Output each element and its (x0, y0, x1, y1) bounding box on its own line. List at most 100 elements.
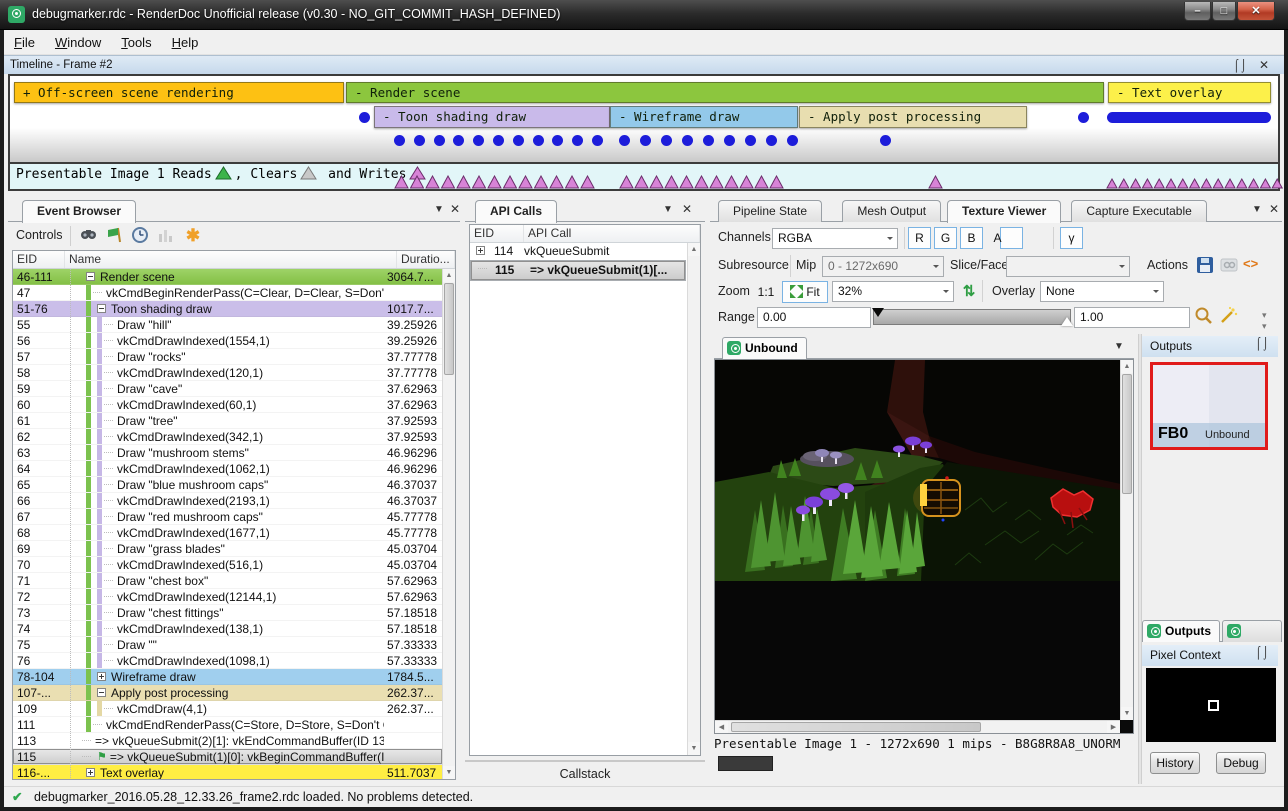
menu-tools[interactable]: Tools (111, 31, 161, 54)
event-row[interactable]: 78-104Wireframe draw1784.5... (13, 669, 442, 685)
draw-event-dot[interactable] (640, 135, 651, 146)
close-icon[interactable]: ✕ (1267, 202, 1281, 216)
tab-unbound-texture[interactable]: Unbound (722, 337, 807, 359)
tab-outputs[interactable]: Outputs (1142, 620, 1220, 642)
draw-event-dot[interactable] (661, 135, 672, 146)
expand-icon[interactable] (476, 246, 485, 255)
event-row[interactable]: 47vkCmdBeginRenderPass(C=Clear, D=Clear,… (13, 285, 442, 301)
column-header-eid[interactable]: EID (470, 225, 524, 242)
draw-event-dot[interactable] (1078, 112, 1089, 123)
chevron-down-icon[interactable]: ▼ (432, 204, 446, 215)
draw-event-dot[interactable] (359, 112, 370, 123)
event-row[interactable]: 51-76Toon shading draw1017.7... (13, 301, 442, 317)
tab-mesh-output[interactable]: Mesh Output (842, 200, 941, 222)
timeline-marker-bar[interactable]: - Text overlay (1108, 82, 1271, 103)
event-row[interactable]: 115⚑=> vkQueueSubmit(1)[0]: vkBeginComma… (13, 749, 442, 765)
channels-select[interactable]: RGBA (772, 228, 898, 249)
vertical-splitter[interactable] (1138, 334, 1142, 784)
draw-event-dot[interactable] (414, 135, 425, 146)
event-row[interactable]: 107-...Apply post processing262.37... (13, 685, 442, 701)
menu-window[interactable]: Window (45, 31, 111, 54)
tab-api-calls[interactable]: API Calls (475, 200, 557, 223)
timeline-marker-bar[interactable]: - Apply post processing (799, 106, 1027, 128)
save-icon[interactable] (1196, 256, 1214, 279)
mip-select[interactable]: 0 - 1272x690 (822, 256, 944, 277)
event-row[interactable]: 111vkCmdEndRenderPass(C=Store, D=Store, … (13, 717, 442, 733)
close-icon[interactable]: ✕ (448, 202, 462, 216)
draw-event-dot[interactable] (766, 135, 777, 146)
collapse-icon[interactable] (97, 304, 106, 313)
event-row[interactable]: 69Draw "grass blades"45.03704 (13, 541, 442, 557)
event-row[interactable]: 57Draw "rocks"37.77778 (13, 349, 442, 365)
menu-help[interactable]: Help (162, 31, 209, 54)
collapse-icon[interactable] (86, 272, 95, 281)
history-button[interactable]: History (1150, 752, 1200, 774)
draw-event-dot[interactable] (787, 135, 798, 146)
bookmark-flag-icon[interactable] (105, 226, 125, 246)
fb0-thumbnail[interactable]: FB0 Unbound (1150, 362, 1268, 450)
draw-event-dot[interactable] (533, 135, 544, 146)
event-row[interactable]: 60vkCmdDrawIndexed(60,1)37.62963 (13, 397, 442, 413)
channel-r-button[interactable]: R (908, 227, 931, 249)
draw-event-dot[interactable] (513, 135, 524, 146)
toolbar-overflow-icon[interactable]: ▾▾ (1262, 310, 1267, 332)
draw-event-dot[interactable] (493, 135, 504, 146)
slice-face-select[interactable] (1006, 256, 1130, 277)
event-row[interactable]: 109vkCmdDraw(4,1)262.37... (13, 701, 442, 717)
expand-icon[interactable] (97, 672, 106, 681)
pixel-context-view[interactable] (1146, 668, 1276, 742)
event-row[interactable]: 76vkCmdDrawIndexed(1098,1)57.33333 (13, 653, 442, 669)
event-row[interactable]: 73Draw "chest fittings"57.18518 (13, 605, 442, 621)
event-table-header[interactable]: EIDNameDuratio... (13, 251, 455, 269)
tab-pipeline-state[interactable]: Pipeline State (718, 200, 822, 222)
chevron-down-icon[interactable]: ▼ (1250, 204, 1264, 215)
draw-event-dot[interactable] (552, 135, 563, 146)
event-row[interactable]: 72vkCmdDrawIndexed(12144,1)57.62963 (13, 589, 442, 605)
find-icon[interactable] (78, 226, 98, 246)
column-header-name[interactable]: Name (65, 251, 397, 268)
chevron-down-icon[interactable]: ▼ (1112, 341, 1126, 352)
close-icon[interactable]: ✕ (680, 202, 694, 216)
event-row[interactable]: 113=> vkQueueSubmit(2)[1]: vkEndCommandB… (13, 733, 442, 749)
api-call-row[interactable]: 114vkQueueSubmit (470, 243, 687, 260)
draw-event-dot[interactable] (682, 135, 693, 146)
scroll-up-icon[interactable]: ▲ (1121, 360, 1133, 373)
event-row[interactable]: 70vkCmdDrawIndexed(516,1)45.03704 (13, 557, 442, 573)
draw-event-dot[interactable] (592, 135, 603, 146)
event-row[interactable]: 74vkCmdDrawIndexed(138,1)57.18518 (13, 621, 442, 637)
close-icon[interactable]: ✕ (1256, 58, 1272, 73)
event-row[interactable]: 62vkCmdDrawIndexed(342,1)37.92593 (13, 429, 442, 445)
menu-file[interactable]: File (4, 31, 45, 54)
api-calls-scrollbar[interactable]: ▲ ▼ (687, 243, 700, 755)
draw-event-dot[interactable] (473, 135, 484, 146)
event-row[interactable]: 71Draw "chest box"57.62963 (13, 573, 442, 589)
zoom-fit-button[interactable]: Fit (782, 281, 828, 303)
options-icon[interactable]: ✱ (183, 226, 203, 246)
callstack-section[interactable]: Callstack (465, 760, 705, 784)
scrollbar-thumb[interactable] (444, 283, 454, 375)
tab-capture-executable[interactable]: Capture Executable (1071, 200, 1206, 222)
scroll-right-icon[interactable]: ▶ (1107, 721, 1120, 733)
event-row[interactable]: 61Draw "tree"37.92593 (13, 413, 442, 429)
event-row[interactable]: 55Draw "hill"39.25926 (13, 317, 442, 333)
event-row[interactable]: 63Draw "mushroom stems"46.96296 (13, 445, 442, 461)
texture-hscrollbar[interactable]: ◀ ▶ (715, 720, 1120, 733)
collapse-icon[interactable] (97, 688, 106, 697)
range-black-handle[interactable] (872, 308, 884, 317)
texture-display[interactable]: ▲ ▼ ◀ ▶ (714, 359, 1134, 734)
time-icon[interactable] (130, 226, 150, 246)
draw-event-dot[interactable] (745, 135, 756, 146)
event-row[interactable]: 68vkCmdDrawIndexed(1677,1)45.77778 (13, 525, 442, 541)
draw-event-dot[interactable] (572, 135, 583, 146)
event-row[interactable]: 66vkCmdDrawIndexed(2193,1)46.37037 (13, 493, 442, 509)
column-header-duratio[interactable]: Duratio... (397, 251, 455, 268)
timeline-panel-header[interactable]: Timeline - Frame #2 ⌠⌡ ✕ (4, 55, 1284, 74)
pin-icon[interactable]: ⌠⌡ (1254, 336, 1270, 351)
channel-a-button[interactable]: A (986, 227, 1009, 249)
event-row[interactable]: 56vkCmdDrawIndexed(1554,1)39.25926 (13, 333, 442, 349)
maximize-button[interactable]: □ (1212, 2, 1236, 21)
event-row[interactable]: 67Draw "red mushroom caps"45.77778 (13, 509, 442, 525)
range-slider[interactable] (873, 309, 1071, 325)
api-calls-header[interactable]: EIDAPI Call (470, 225, 700, 243)
channel-b-button[interactable]: B (960, 227, 983, 249)
